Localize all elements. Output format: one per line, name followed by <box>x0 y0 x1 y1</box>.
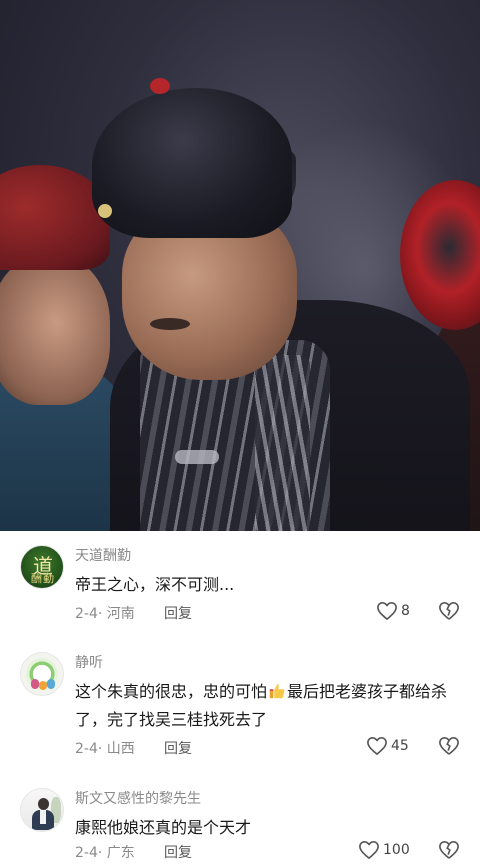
username[interactable]: 斯文又感性的黎先生 <box>75 788 201 808</box>
broken-heart-icon <box>439 841 459 859</box>
comment-location: 广东 <box>106 845 135 861</box>
avatar[interactable] <box>20 788 64 832</box>
like-button[interactable]: 8 <box>376 601 410 621</box>
main-figure-hat-knob <box>150 78 170 94</box>
main-figure-collar-stripe <box>255 355 310 531</box>
main-figure-button <box>175 450 219 464</box>
like-button[interactable]: 45 <box>366 736 409 756</box>
dislike-button[interactable] <box>438 840 460 864</box>
comment-location: 河南 <box>106 606 135 622</box>
avatar-figure <box>39 681 47 690</box>
avatar-figure <box>47 679 55 689</box>
like-count: 45 <box>391 738 409 754</box>
username[interactable]: 天道酬勤 <box>75 545 131 565</box>
comment-item: 道 酬勤 天道酬勤 帝王之心，深不可测... 2-4· 河南 回复 8 <box>0 537 480 647</box>
comment-date: 2-4 <box>75 845 98 861</box>
comment-item: 斯文又感性的黎先生 康熙他娘还真的是个天才 2-4· 广东 回复 100 <box>0 780 480 861</box>
heart-icon <box>367 737 387 755</box>
video-frame[interactable] <box>0 0 480 531</box>
reply-button[interactable]: 回复 <box>164 603 192 623</box>
dislike-button[interactable] <box>438 601 460 625</box>
comment-date: 2-4 <box>75 741 98 757</box>
comment-text: 帝王之心，深不可测... <box>75 575 235 594</box>
avatar[interactable]: 道 酬勤 <box>20 545 64 589</box>
heart-icon <box>359 841 379 859</box>
comment-text: 康熙他娘还真的是个天才 <box>75 818 252 837</box>
avatar[interactable] <box>20 652 64 696</box>
thumbs-up-emoji-icon <box>269 684 285 699</box>
avatar-subtext: 酬勤 <box>31 572 55 585</box>
heart-icon <box>377 602 397 620</box>
username[interactable]: 静听 <box>75 652 103 672</box>
comment-meta: 2-4· 山西 <box>75 741 135 757</box>
avatar-figure <box>31 679 39 689</box>
comment-item: 静听 这个朱真的很忠，忠的可怕 最后把老婆孩子都给杀了，完了找吴三桂找死去了 2… <box>0 644 480 784</box>
like-count: 8 <box>401 603 410 619</box>
broken-heart-icon <box>439 737 459 755</box>
comment-meta: 2-4· 广东 <box>75 845 135 861</box>
reply-button[interactable]: 回复 <box>164 842 192 862</box>
reply-button[interactable]: 回复 <box>164 738 192 758</box>
comment-list: 道 酬勤 天道酬勤 帝王之心，深不可测... 2-4· 河南 回复 8 静听 这… <box>0 531 480 861</box>
avatar-figure-shirt <box>40 810 46 824</box>
dislike-button[interactable] <box>438 736 460 760</box>
comment-location: 山西 <box>106 741 135 757</box>
broken-heart-icon <box>439 602 459 620</box>
main-figure-hat <box>92 88 292 238</box>
like-count: 100 <box>383 842 410 858</box>
comment-text-part: 这个朱真的很忠，忠的可怕 <box>75 682 268 701</box>
main-figure-hat-pin <box>98 204 112 218</box>
comment-date: 2-4 <box>75 606 98 622</box>
main-figure-mustache <box>150 318 190 330</box>
avatar-figure-head <box>38 798 49 810</box>
like-button[interactable]: 100 <box>358 840 410 860</box>
comment-text: 这个朱真的很忠，忠的可怕 最后把老婆孩子都给杀了，完了找吴三桂找死去了 <box>75 678 460 734</box>
comment-meta: 2-4· 河南 <box>75 606 135 622</box>
left-figure-face <box>0 255 110 405</box>
